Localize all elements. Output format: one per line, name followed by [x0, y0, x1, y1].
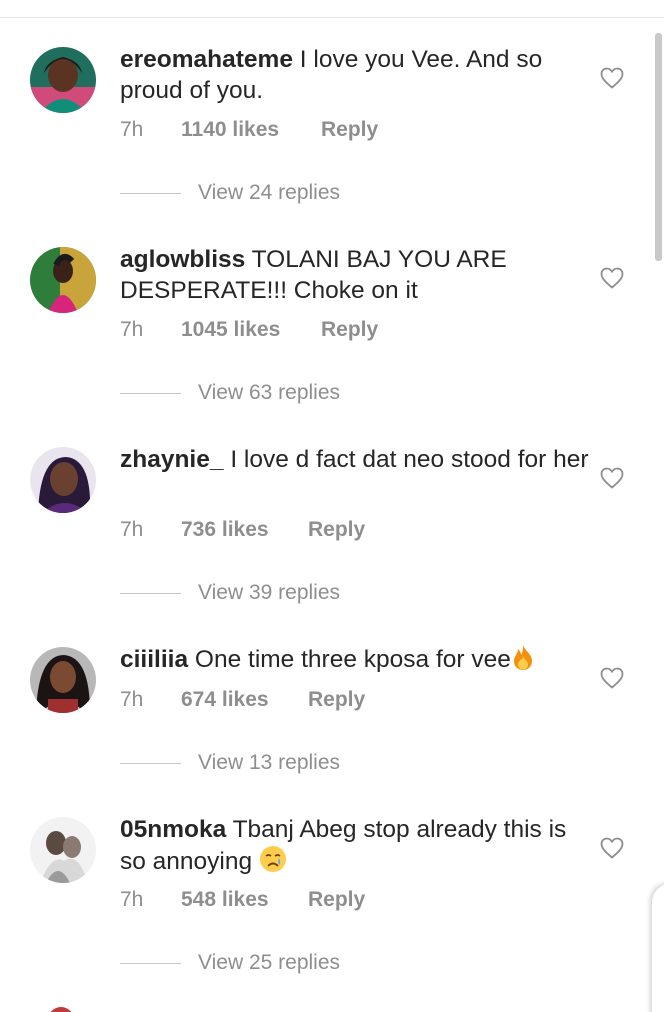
- avatar[interactable]: [30, 647, 96, 713]
- heart-icon[interactable]: [600, 67, 624, 89]
- crying-face-emoji: [259, 845, 287, 881]
- heart-icon[interactable]: [600, 467, 624, 489]
- avatar[interactable]: [30, 817, 96, 883]
- avatar[interactable]: [30, 447, 96, 513]
- comment-text-block: ciiiliia One time three kposa for vee: [120, 644, 590, 679]
- timestamp: 7h: [120, 888, 144, 911]
- username[interactable]: 05nmoka: [120, 816, 226, 843]
- scrollbar[interactable]: [655, 33, 662, 261]
- view-replies-button[interactable]: View 63 replies: [198, 381, 340, 405]
- likes-count[interactable]: 548 likes: [181, 888, 269, 912]
- reply-button[interactable]: Reply: [321, 118, 378, 142]
- heart-icon[interactable]: [600, 837, 624, 859]
- timestamp: 7h: [120, 688, 144, 711]
- view-replies-button[interactable]: View 24 replies: [198, 181, 340, 205]
- comment-item: zhaynie_ I love d fact dat neo stood for…: [0, 417, 664, 617]
- likes-count[interactable]: 736 likes: [181, 518, 269, 542]
- timestamp: 7h: [120, 518, 144, 541]
- fire-emoji: [511, 644, 535, 679]
- avatar[interactable]: [30, 47, 96, 113]
- reply-button[interactable]: Reply: [308, 888, 365, 912]
- comment-text-block: zhaynie_ I love d fact dat neo stood for…: [120, 444, 590, 475]
- comment-text: One time three kposa for vee: [194, 646, 511, 673]
- comment-item: aglowbliss TOLANI BAJ YOU ARE DESPERATE!…: [0, 217, 664, 417]
- username[interactable]: ciiiliia: [120, 646, 188, 673]
- comment-item: ereomahateme I love you Vee. And so prou…: [0, 17, 664, 217]
- comment-text-block: aglowbliss TOLANI BAJ YOU ARE DESPERATE!…: [120, 244, 590, 306]
- reply-button[interactable]: Reply: [308, 688, 365, 712]
- likes-count[interactable]: 1140 likes: [181, 118, 279, 142]
- heart-icon[interactable]: [600, 667, 624, 689]
- comment-item: 05nmoka Tbanj Abeg stop already this is …: [0, 787, 664, 987]
- view-replies-button[interactable]: View 25 replies: [198, 951, 340, 975]
- likes-count[interactable]: 674 likes: [181, 688, 269, 712]
- avatar[interactable]: [48, 1007, 74, 1012]
- avatar[interactable]: [30, 247, 96, 313]
- comment-text: I love d fact dat neo stood for her: [230, 446, 589, 473]
- comment-text-block: 05nmoka Tbanj Abeg stop already this is …: [120, 814, 590, 881]
- view-replies-divider: [120, 193, 181, 194]
- view-replies-divider: [120, 763, 181, 764]
- view-replies-button[interactable]: View 13 replies: [198, 751, 340, 775]
- timestamp: 7h: [120, 118, 144, 141]
- view-replies-divider: [120, 963, 181, 964]
- username[interactable]: aglowbliss: [120, 246, 245, 273]
- reply-button[interactable]: Reply: [308, 518, 365, 542]
- view-replies-divider: [120, 593, 181, 594]
- floating-panel-edge: [652, 884, 664, 1012]
- timestamp: 7h: [120, 318, 144, 341]
- comments-screen: ereomahateme I love you Vee. And so prou…: [0, 0, 664, 1012]
- username[interactable]: ereomahateme: [120, 46, 293, 73]
- view-replies-button[interactable]: View 39 replies: [198, 581, 340, 605]
- reply-button[interactable]: Reply: [321, 318, 378, 342]
- username[interactable]: zhaynie_: [120, 446, 224, 473]
- heart-icon[interactable]: [600, 267, 624, 289]
- comment-text-block: ereomahateme I love you Vee. And so prou…: [120, 44, 590, 106]
- view-replies-divider: [120, 393, 181, 394]
- likes-count[interactable]: 1045 likes: [181, 318, 280, 342]
